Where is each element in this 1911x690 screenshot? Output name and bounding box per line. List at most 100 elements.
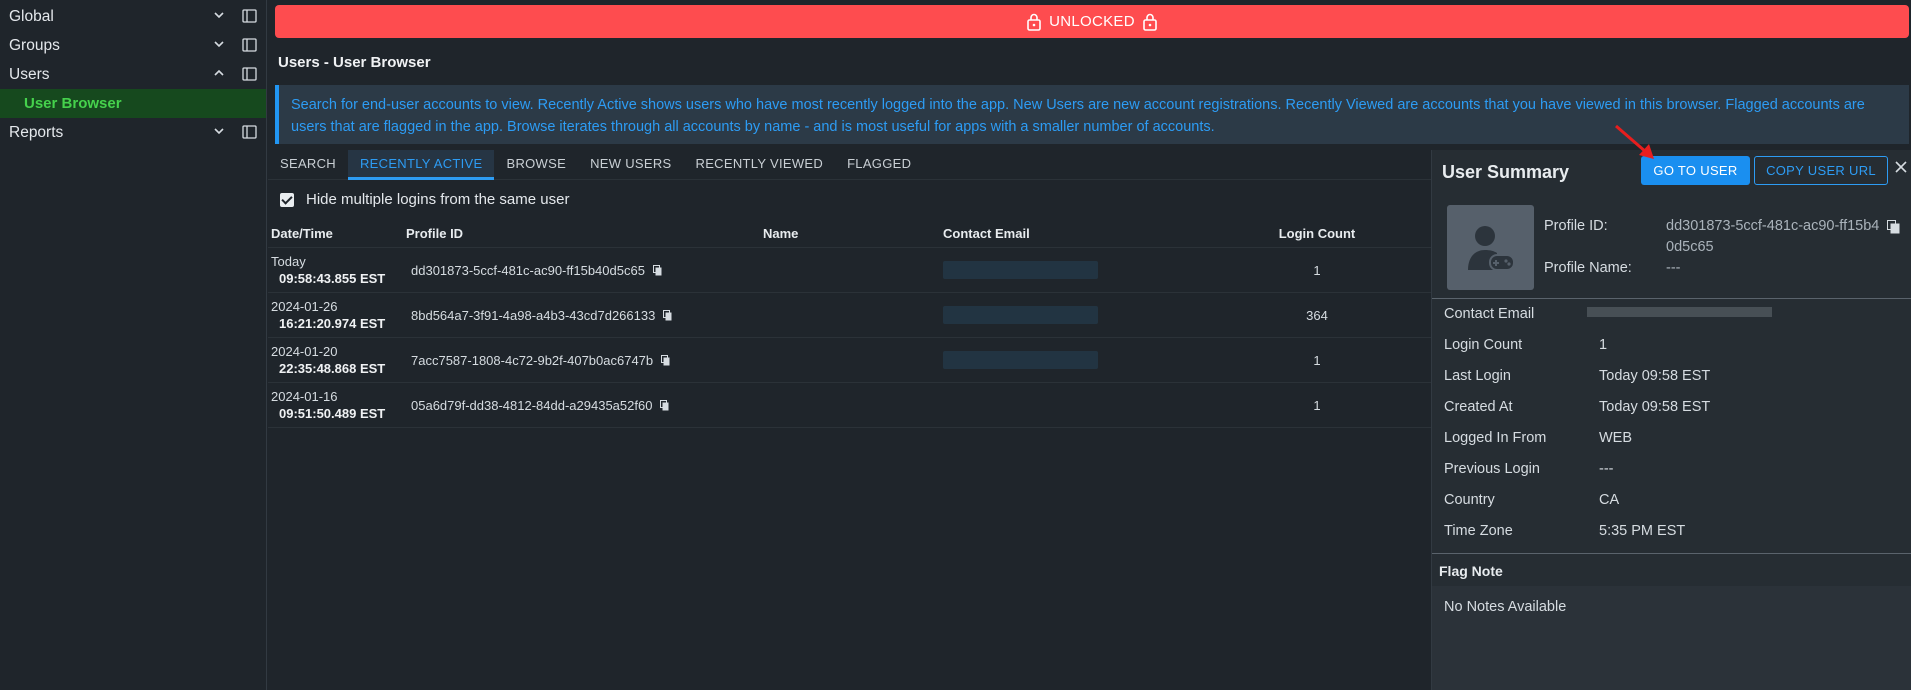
copy-icon[interactable] — [663, 309, 672, 321]
header-date[interactable]: Date/Time — [268, 225, 403, 242]
row-profile-id: 7acc7587-1808-4c72-9b2f-407b0ac6747b — [403, 353, 763, 368]
tab-bar: SEARCH RECENTLY ACTIVE BROWSE NEW USERS … — [268, 150, 1431, 180]
tab-recently-active[interactable]: RECENTLY ACTIVE — [347, 150, 495, 180]
last-login-label: Last Login — [1444, 368, 1511, 384]
banner-label: UNLOCKED — [1049, 13, 1135, 30]
panel-icon[interactable] — [242, 67, 257, 81]
copy-icon[interactable] — [661, 354, 670, 366]
row-date: 2024-01-16 09:51:50.489 EST — [271, 389, 386, 421]
copy-icon[interactable] — [652, 264, 662, 276]
profile-name-value: --- — [1666, 260, 1681, 276]
logged-in-from-label: Logged In From — [1444, 430, 1547, 446]
sidebar-item-reports[interactable]: Reports — [0, 118, 266, 147]
profile-id-value: dd301873-5ccf-481c-ac90-ff15b40d5c65 — [1666, 218, 1880, 255]
login-count-value: 1 — [1599, 337, 1608, 353]
time-zone-value: 5:35 PM EST — [1599, 523, 1686, 539]
profile-name-label: Profile Name: — [1544, 260, 1632, 276]
redacted-email — [1587, 307, 1772, 317]
logged-in-from-value: WEB — [1599, 430, 1633, 446]
row-login-count: 1 — [1313, 352, 1321, 368]
row-login-count: 1 — [1313, 397, 1321, 413]
panel-icon[interactable] — [242, 125, 257, 139]
tab-search[interactable]: SEARCH — [268, 150, 348, 180]
chevron-down-icon[interactable] — [212, 124, 226, 138]
contact-email-label: Contact Email — [1444, 306, 1535, 322]
info-message: Search for end-user accounts to view. Re… — [275, 85, 1909, 144]
row-email — [943, 261, 1203, 279]
user-gamer-icon — [1467, 225, 1515, 271]
redacted-email — [943, 306, 1098, 324]
sidebar-item-label: Users — [9, 65, 50, 83]
row-date: 2024-01-26 16:21:20.974 EST — [271, 299, 386, 331]
tab-recently-viewed[interactable]: RECENTLY VIEWED — [684, 150, 836, 180]
previous-login-value: --- — [1599, 461, 1614, 477]
country-value: CA — [1599, 492, 1620, 508]
row-date: 2024-01-20 22:35:48.868 EST — [271, 344, 386, 376]
time-zone-label: Time Zone — [1444, 523, 1513, 539]
redacted-email — [943, 351, 1098, 369]
tab-flagged[interactable]: FLAGGED — [835, 150, 923, 180]
login-count-label: Login Count — [1444, 337, 1523, 353]
hide-multiple-checkbox[interactable] — [280, 192, 294, 207]
last-login-value: Today 09:58 EST — [1599, 368, 1711, 384]
row-login-count: 364 — [1306, 307, 1328, 323]
users-table: Date/Time Profile ID Name Contact Email … — [268, 220, 1431, 428]
row-profile-id: 8bd564a7-3f91-4a98-a4b3-43cd7d266133 — [403, 308, 763, 323]
sidebar: Global Groups Users User Browser Reports — [0, 0, 267, 690]
sidebar-item-user-browser[interactable]: User Browser — [0, 89, 266, 118]
close-icon[interactable] — [1893, 159, 1909, 175]
profile-id-label: Profile ID: — [1544, 218, 1608, 234]
header-name[interactable]: Name — [763, 226, 943, 241]
tab-new-users[interactable]: NEW USERS — [578, 150, 683, 180]
user-summary-panel: User Summary GO TO USER COPY USER URL Pr… — [1431, 150, 1911, 690]
header-profile-id[interactable]: Profile ID — [403, 226, 763, 241]
tab-browse[interactable]: BROWSE — [494, 150, 578, 180]
divider — [1432, 298, 1911, 299]
table-row[interactable]: 2024-01-26 16:21:20.974 EST 8bd564a7-3f91… — [268, 293, 1431, 338]
unlocked-banner[interactable]: UNLOCKED — [275, 5, 1909, 38]
header-login-count[interactable]: Login Count — [1203, 226, 1431, 241]
avatar — [1447, 205, 1534, 290]
row-profile-id: 05a6d79f-dd38-4812-84dd-a29435a52f60 — [403, 398, 763, 413]
summary-title: User Summary — [1442, 162, 1570, 182]
sidebar-item-label: Groups — [9, 36, 60, 54]
sidebar-item-label: User Browser — [24, 95, 122, 112]
sidebar-item-label: Global — [9, 7, 54, 25]
table-header: Date/Time Profile ID Name Contact Email … — [268, 220, 1431, 248]
chevron-up-icon[interactable] — [212, 66, 226, 80]
previous-login-label: Previous Login — [1444, 461, 1540, 477]
sidebar-item-label: Reports — [9, 123, 64, 141]
copy-icon[interactable] — [660, 399, 669, 411]
chevron-down-icon[interactable] — [212, 37, 226, 51]
unlock-icon — [1027, 13, 1041, 31]
divider — [1432, 553, 1911, 554]
created-at-label: Created At — [1444, 399, 1513, 415]
flag-note-title: Flag Note — [1439, 563, 1503, 579]
copy-user-url-button[interactable]: COPY USER URL — [1754, 156, 1888, 185]
row-email — [943, 351, 1203, 369]
country-label: Country — [1444, 492, 1495, 508]
unlock-icon — [1143, 13, 1157, 31]
hide-multiple-label: Hide multiple logins from the same user — [306, 191, 570, 208]
page-title: Users - User Browser — [278, 54, 431, 71]
panel-icon[interactable] — [242, 9, 257, 23]
hide-multiple-logins: Hide multiple logins from the same user — [280, 191, 569, 208]
table-row[interactable]: Today 09:58:43.855 EST dd301873-5ccf-481c… — [268, 248, 1431, 293]
header-email[interactable]: Contact Email — [943, 226, 1203, 241]
table-row[interactable]: 2024-01-16 09:51:50.489 EST 05a6d79f-dd38… — [268, 383, 1431, 428]
panel-icon[interactable] — [242, 38, 257, 52]
row-profile-id: dd301873-5ccf-481c-ac90-ff15b40d5c65 — [403, 263, 763, 278]
sidebar-item-users[interactable]: Users — [0, 60, 266, 89]
row-date: Today 09:58:43.855 EST — [271, 254, 386, 286]
annotation-arrow — [1615, 124, 1654, 159]
copy-icon[interactable] — [1887, 220, 1900, 234]
redacted-email — [943, 261, 1098, 279]
sidebar-item-global[interactable]: Global — [0, 2, 266, 31]
row-login-count: 1 — [1313, 262, 1321, 278]
row-email — [943, 306, 1203, 324]
created-at-value: Today 09:58 EST — [1599, 399, 1711, 415]
sidebar-item-groups[interactable]: Groups — [0, 31, 266, 60]
flag-note-value: No Notes Available — [1444, 599, 1567, 615]
table-row[interactable]: 2024-01-20 22:35:48.868 EST 7acc7587-1808… — [268, 338, 1431, 383]
chevron-down-icon[interactable] — [212, 8, 226, 22]
